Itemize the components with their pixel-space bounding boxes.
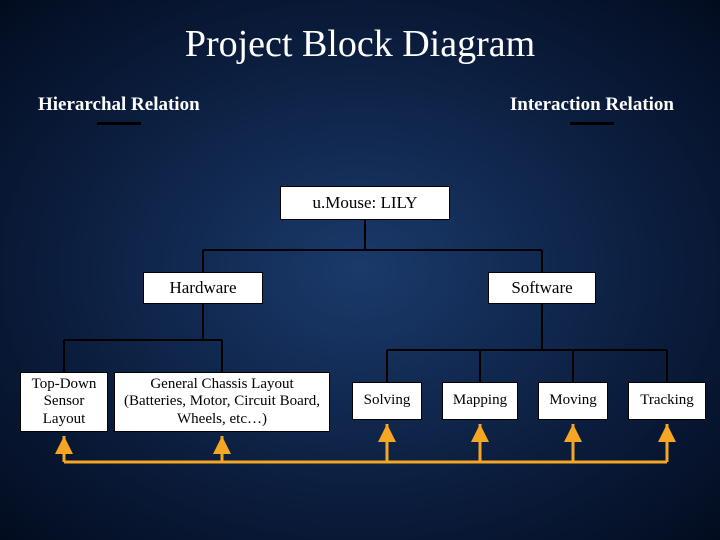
legend-hierarchal-line [97,122,141,125]
node-moving: Moving [538,382,608,420]
node-solving: Solving [352,382,422,420]
node-chassis: General Chassis Layout (Batteries, Motor… [114,372,330,432]
legend-interaction-label: Interaction Relation [510,94,674,116]
node-software: Software [488,272,596,304]
legend-hierarchal-label: Hierarchal Relation [38,94,200,116]
legend-interaction-line [570,122,614,125]
node-mapping: Mapping [442,382,518,420]
node-topdown: Top-Down Sensor Layout [20,372,108,432]
legend-hierarchal: Hierarchal Relation [38,94,200,125]
page-title: Project Block Diagram [0,0,720,66]
node-root: u.Mouse: LILY [280,186,450,220]
node-tracking: Tracking [628,382,706,420]
node-hardware: Hardware [143,272,263,304]
legend: Hierarchal Relation Interaction Relation [0,66,720,125]
legend-interaction: Interaction Relation [510,94,674,125]
